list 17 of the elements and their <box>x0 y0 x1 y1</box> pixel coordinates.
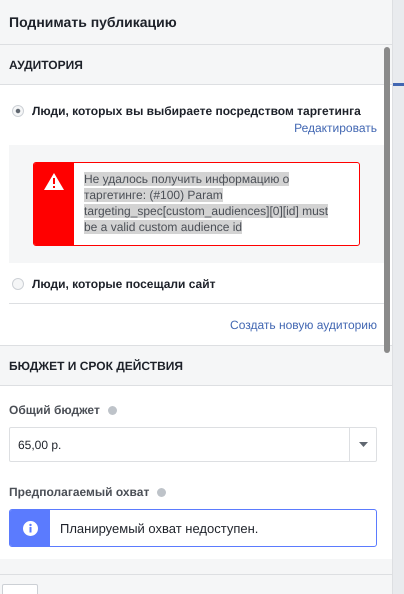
section-title: АУДИТОРИЯ <box>9 58 83 72</box>
radio-label: Люди, которых вы выбираете посредством таргетинга <box>32 104 361 118</box>
caret-icon <box>358 442 368 447</box>
scrollbar[interactable] <box>384 47 390 353</box>
field-label: Предполагаемый охват <box>9 485 150 499</box>
section-title: БЮДЖЕТ И СРОК ДЕЙСТВИЯ <box>9 358 184 372</box>
dialog-title: Поднимать публикацию <box>9 14 177 30</box>
radio-label: Люди, которые посещали сайт <box>32 277 216 291</box>
error-message: Не удалось получить информацию о таргетинге: (#100) Param targeting_spec[custom_audiences][0][id] must be a valid custom audience id <box>83 171 330 236</box>
edit-link[interactable]: Редактировать <box>294 121 377 135</box>
budget-dropdown[interactable]: 65,00 р. <box>9 427 377 462</box>
create-audience-link[interactable]: Создать новую аудиторию <box>230 318 377 332</box>
field-label: Общий бюджет <box>9 403 100 417</box>
radio-button[interactable] <box>12 105 24 117</box>
notice-message: Планируемый охват недоступен. <box>59 520 258 538</box>
warning-icon <box>44 173 64 190</box>
radio-button[interactable] <box>12 278 24 290</box>
